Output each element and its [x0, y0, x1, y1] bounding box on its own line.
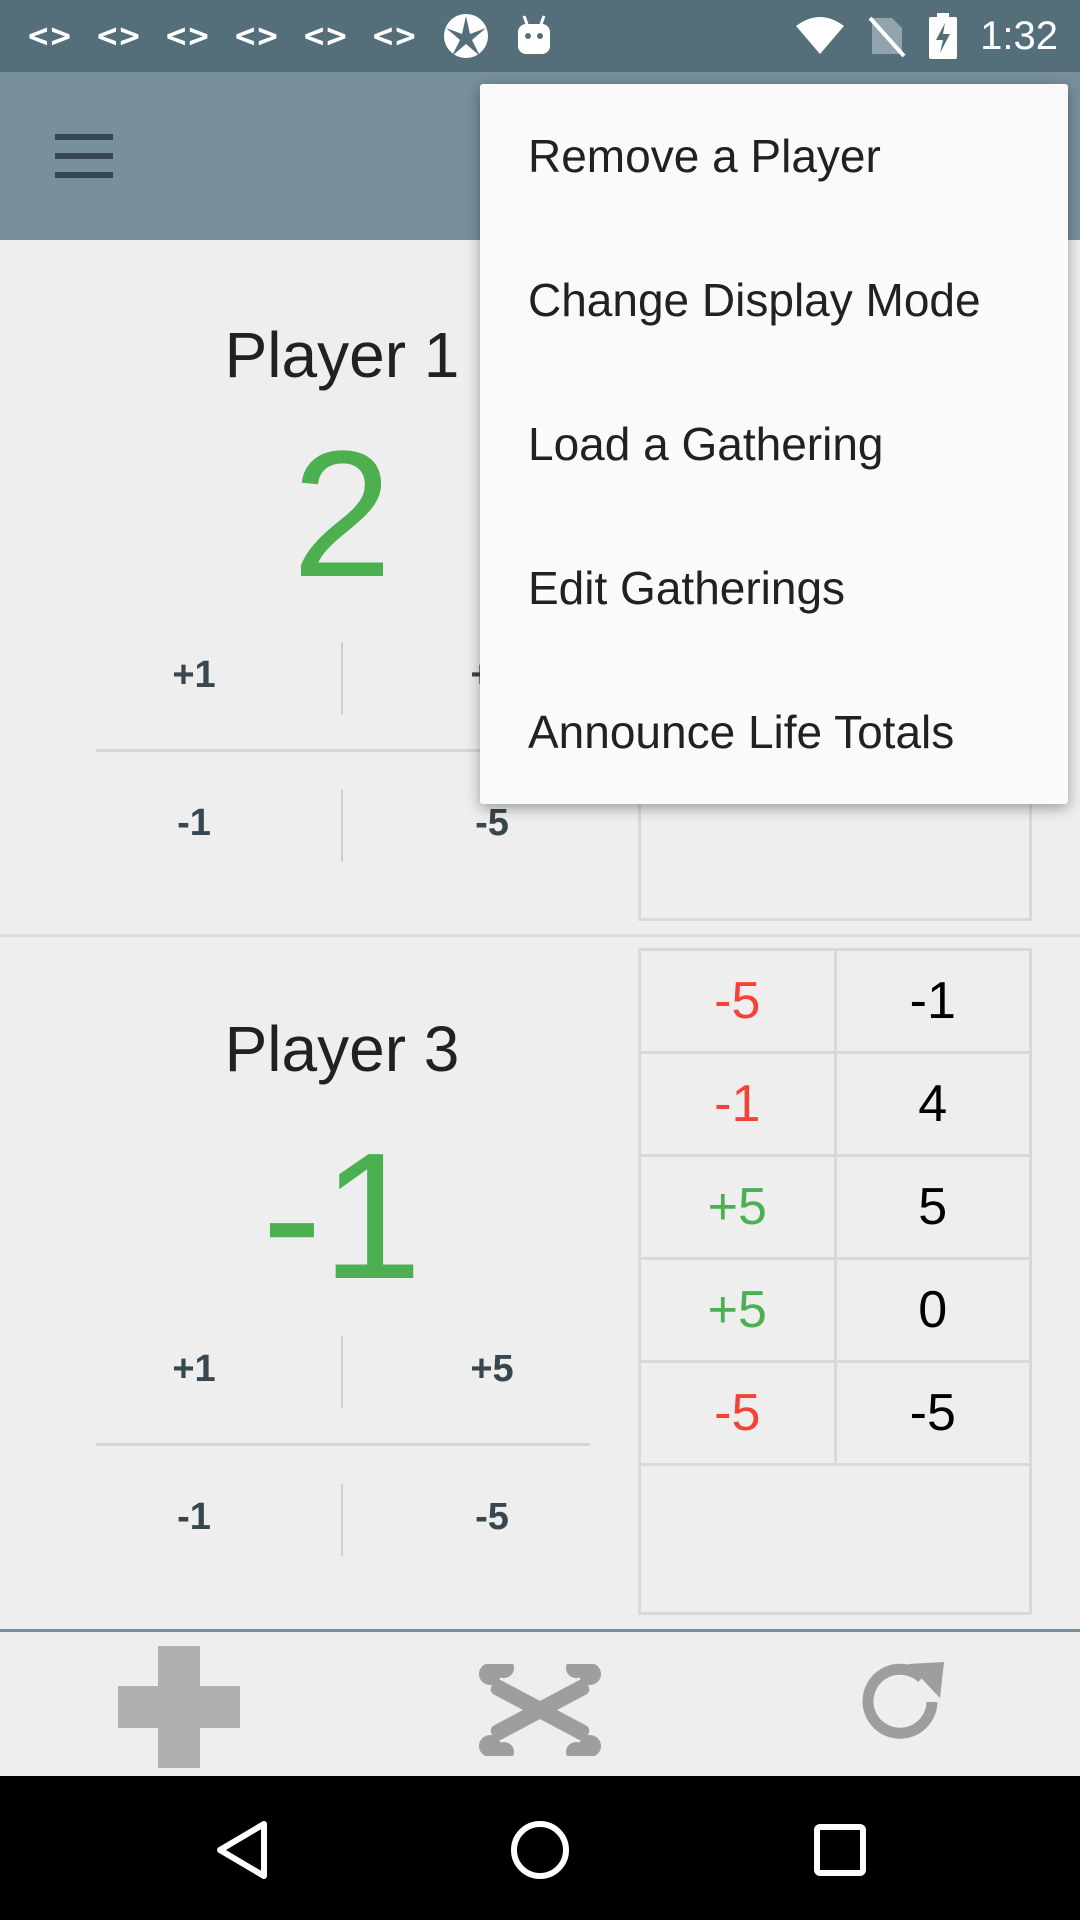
history-row: +5 5 [641, 1157, 1029, 1260]
plus-five-button[interactable]: +5 [392, 1348, 592, 1391]
menu-item-edit-gatherings[interactable]: Edit Gatherings [480, 516, 1068, 660]
history-delta: -5 [641, 951, 837, 1051]
life-total: -1 [261, 1116, 423, 1317]
clock: 1:32 [980, 13, 1058, 58]
overflow-menu: Remove a Player Change Display Mode Load… [480, 84, 1068, 804]
history-total: 5 [918, 1178, 948, 1236]
menu-item-load-gathering[interactable]: Load a Gathering [480, 372, 1068, 516]
bottom-action-bar [0, 1629, 1080, 1779]
android-icon [517, 15, 550, 54]
status-bar: <> <> <> <> <> <> 1:32 [0, 0, 1080, 72]
history-total: -5 [909, 1384, 956, 1442]
history-row: -1 4 [641, 1054, 1029, 1157]
divider [96, 1443, 590, 1446]
menu-item-announce-life-totals[interactable]: Announce Life Totals [480, 660, 1068, 804]
plus-one-button[interactable]: +1 [94, 654, 294, 697]
pinwheel-icon [443, 14, 488, 58]
history-total: 0 [918, 1281, 948, 1339]
player-name[interactable]: Player 3 [42, 1012, 642, 1086]
code-notification-icon: <> [28, 16, 73, 56]
divider [341, 1484, 343, 1556]
back-icon[interactable] [214, 1820, 270, 1880]
history-delta: -5 [641, 1363, 837, 1463]
system-nav-bar [0, 1776, 1080, 1920]
history-table-player-3[interactable]: -5 -1 -1 4 +5 5 +5 0 -5 -5 [638, 948, 1032, 1615]
history-total: -1 [909, 972, 956, 1030]
minus-one-button[interactable]: -1 [94, 1496, 294, 1539]
wifi-icon [796, 17, 845, 54]
divider [341, 642, 343, 714]
reset-icon[interactable] [858, 1658, 946, 1746]
menu-item-change-display-mode[interactable]: Change Display Mode [480, 228, 1068, 372]
crossbones-icon[interactable] [478, 1664, 602, 1756]
code-notification-icon: <> [96, 16, 142, 56]
code-notification-icon: <> [372, 16, 418, 56]
history-total: 4 [918, 1075, 948, 1133]
minus-five-button[interactable]: -5 [392, 1496, 592, 1539]
history-delta: -1 [641, 1054, 837, 1154]
hamburger-icon[interactable] [55, 134, 113, 178]
history-row: -5 -1 [641, 951, 1029, 1054]
menu-item-remove-player[interactable]: Remove a Player [480, 84, 1068, 228]
divider [341, 1336, 343, 1408]
history-delta: +5 [641, 1157, 837, 1257]
minus-five-button[interactable]: -5 [392, 802, 592, 845]
add-player-icon[interactable] [118, 1646, 240, 1768]
divider [341, 790, 343, 862]
history-delta: +5 [641, 1260, 837, 1360]
code-notification-icon: <> [234, 16, 280, 56]
minus-one-button[interactable]: -1 [94, 802, 294, 845]
plus-one-button[interactable]: +1 [94, 1348, 294, 1391]
battery-charging-icon [929, 13, 958, 59]
history-row: +5 0 [641, 1260, 1029, 1363]
recents-icon[interactable] [814, 1824, 866, 1876]
home-icon[interactable] [510, 1820, 570, 1880]
code-notification-icon: <> [165, 16, 211, 56]
panel-divider [0, 934, 1080, 937]
code-notification-icon: <> [303, 16, 349, 56]
no-sim-icon [868, 16, 906, 58]
history-row: -5 -5 [641, 1363, 1029, 1466]
